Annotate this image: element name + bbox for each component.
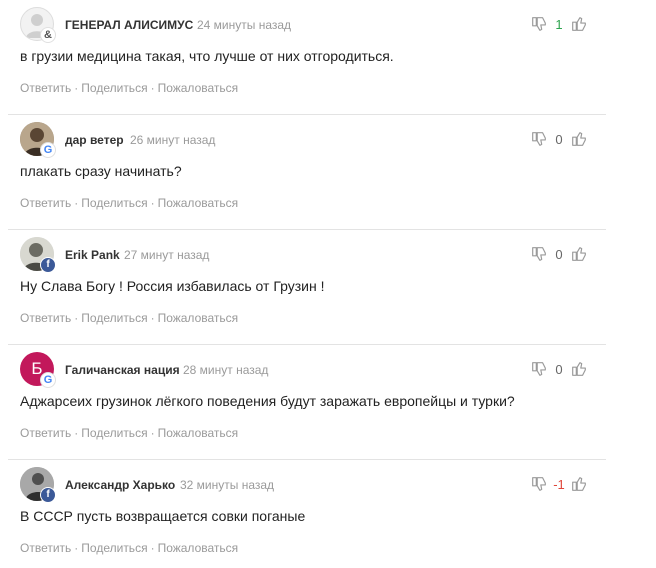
comment-actions: Ответить · Поделиться · Пожаловаться	[20, 196, 238, 210]
comment-item: f Erik Pank 27 минут назад Ну Слава Богу…	[0, 230, 606, 345]
comment-actions: Ответить · Поделиться · Пожаловаться	[20, 81, 238, 95]
rating-count: 0	[555, 246, 563, 262]
report-link[interactable]: Пожаловаться	[158, 81, 239, 95]
comment-item: G дар ветер 26 минут назад плакать сразу…	[0, 115, 606, 230]
comment-actions: Ответить · Поделиться · Пожаловаться	[20, 541, 238, 555]
reply-link[interactable]: Ответить	[20, 311, 71, 325]
facebook-icon: f	[40, 487, 56, 503]
comment-author[interactable]: Александр Харько	[65, 478, 175, 492]
thumbs-up-icon[interactable]	[570, 245, 588, 263]
separator: ·	[74, 311, 79, 325]
google-icon: G	[40, 142, 56, 158]
ampersand-icon: &	[40, 27, 56, 43]
thumbs-up-icon[interactable]	[570, 475, 588, 493]
vote-controls: 0	[530, 245, 588, 263]
reply-link[interactable]: Ответить	[20, 196, 71, 210]
comment-actions: Ответить · Поделиться · Пожаловаться	[20, 311, 238, 325]
thumbs-down-icon[interactable]	[530, 360, 548, 378]
thumbs-up-icon[interactable]	[570, 360, 588, 378]
report-link[interactable]: Пожаловаться	[158, 426, 239, 440]
share-link[interactable]: Поделиться	[81, 541, 147, 555]
rating-count: -1	[553, 476, 565, 492]
separator: ·	[150, 311, 155, 325]
report-link[interactable]: Пожаловаться	[158, 311, 239, 325]
comment-time: 32 минуты назад	[180, 478, 275, 492]
thumbs-up-icon[interactable]	[570, 130, 588, 148]
vote-controls: 0	[530, 360, 588, 378]
separator: ·	[150, 541, 155, 555]
reply-link[interactable]: Ответить	[20, 541, 71, 555]
vote-controls: 0	[530, 130, 588, 148]
separator: ·	[150, 81, 155, 95]
rating-count: 1	[555, 16, 563, 32]
comment-text: Ну Слава Богу ! Россия избавилась от Гру…	[20, 278, 325, 294]
separator: ·	[74, 541, 79, 555]
thumbs-down-icon[interactable]	[530, 245, 548, 263]
thumbs-down-icon[interactable]	[530, 475, 548, 493]
thumbs-up-icon[interactable]	[570, 15, 588, 33]
comment-text: в грузии медицина такая, что лучше от ни…	[20, 48, 394, 64]
comment-text: В СССР пусть возвращается совки поганые	[20, 508, 306, 524]
comment-author[interactable]: Галичанская нация	[65, 363, 180, 377]
comment-author[interactable]: Erik Pank	[65, 248, 120, 262]
reply-link[interactable]: Ответить	[20, 81, 71, 95]
separator: ·	[150, 426, 155, 440]
comment-item: f Александр Харько 32 минуты назад В ССС…	[0, 460, 606, 568]
report-link[interactable]: Пожаловаться	[158, 196, 239, 210]
comment-time: 28 минут назад	[183, 363, 269, 377]
facebook-icon: f	[40, 257, 56, 273]
separator: ·	[150, 196, 155, 210]
separator: ·	[74, 196, 79, 210]
google-icon: G	[40, 372, 56, 388]
rating-count: 0	[555, 131, 563, 147]
comment-text: плакать сразу начинать?	[20, 163, 182, 179]
comment-item: Б G Галичанская нация 28 минут назад Адж…	[0, 345, 606, 460]
rating-count: 0	[555, 361, 563, 377]
comment-time: 27 минут назад	[124, 248, 210, 262]
comment-time: 26 минут назад	[130, 133, 216, 147]
reply-link[interactable]: Ответить	[20, 426, 71, 440]
separator: ·	[74, 426, 79, 440]
comment-item: & ГЕНЕРАЛ АЛИСИМУС 24 минуты назад в гру…	[0, 0, 606, 115]
thumbs-down-icon[interactable]	[530, 130, 548, 148]
comment-time: 24 минуты назад	[197, 18, 292, 32]
report-link[interactable]: Пожаловаться	[158, 541, 239, 555]
comment-author[interactable]: ГЕНЕРАЛ АЛИСИМУС	[65, 18, 193, 32]
share-link[interactable]: Поделиться	[81, 196, 147, 210]
share-link[interactable]: Поделиться	[81, 311, 147, 325]
share-link[interactable]: Поделиться	[81, 81, 147, 95]
share-link[interactable]: Поделиться	[81, 426, 147, 440]
thumbs-down-icon[interactable]	[530, 15, 548, 33]
comment-actions: Ответить · Поделиться · Пожаловаться	[20, 426, 238, 440]
vote-controls: 1	[530, 15, 588, 33]
vote-controls: -1	[530, 475, 588, 493]
comment-text: Аджарсеих грузинок лёгкого поведения буд…	[20, 393, 515, 409]
comment-author[interactable]: дар ветер	[65, 133, 124, 147]
separator: ·	[74, 81, 79, 95]
